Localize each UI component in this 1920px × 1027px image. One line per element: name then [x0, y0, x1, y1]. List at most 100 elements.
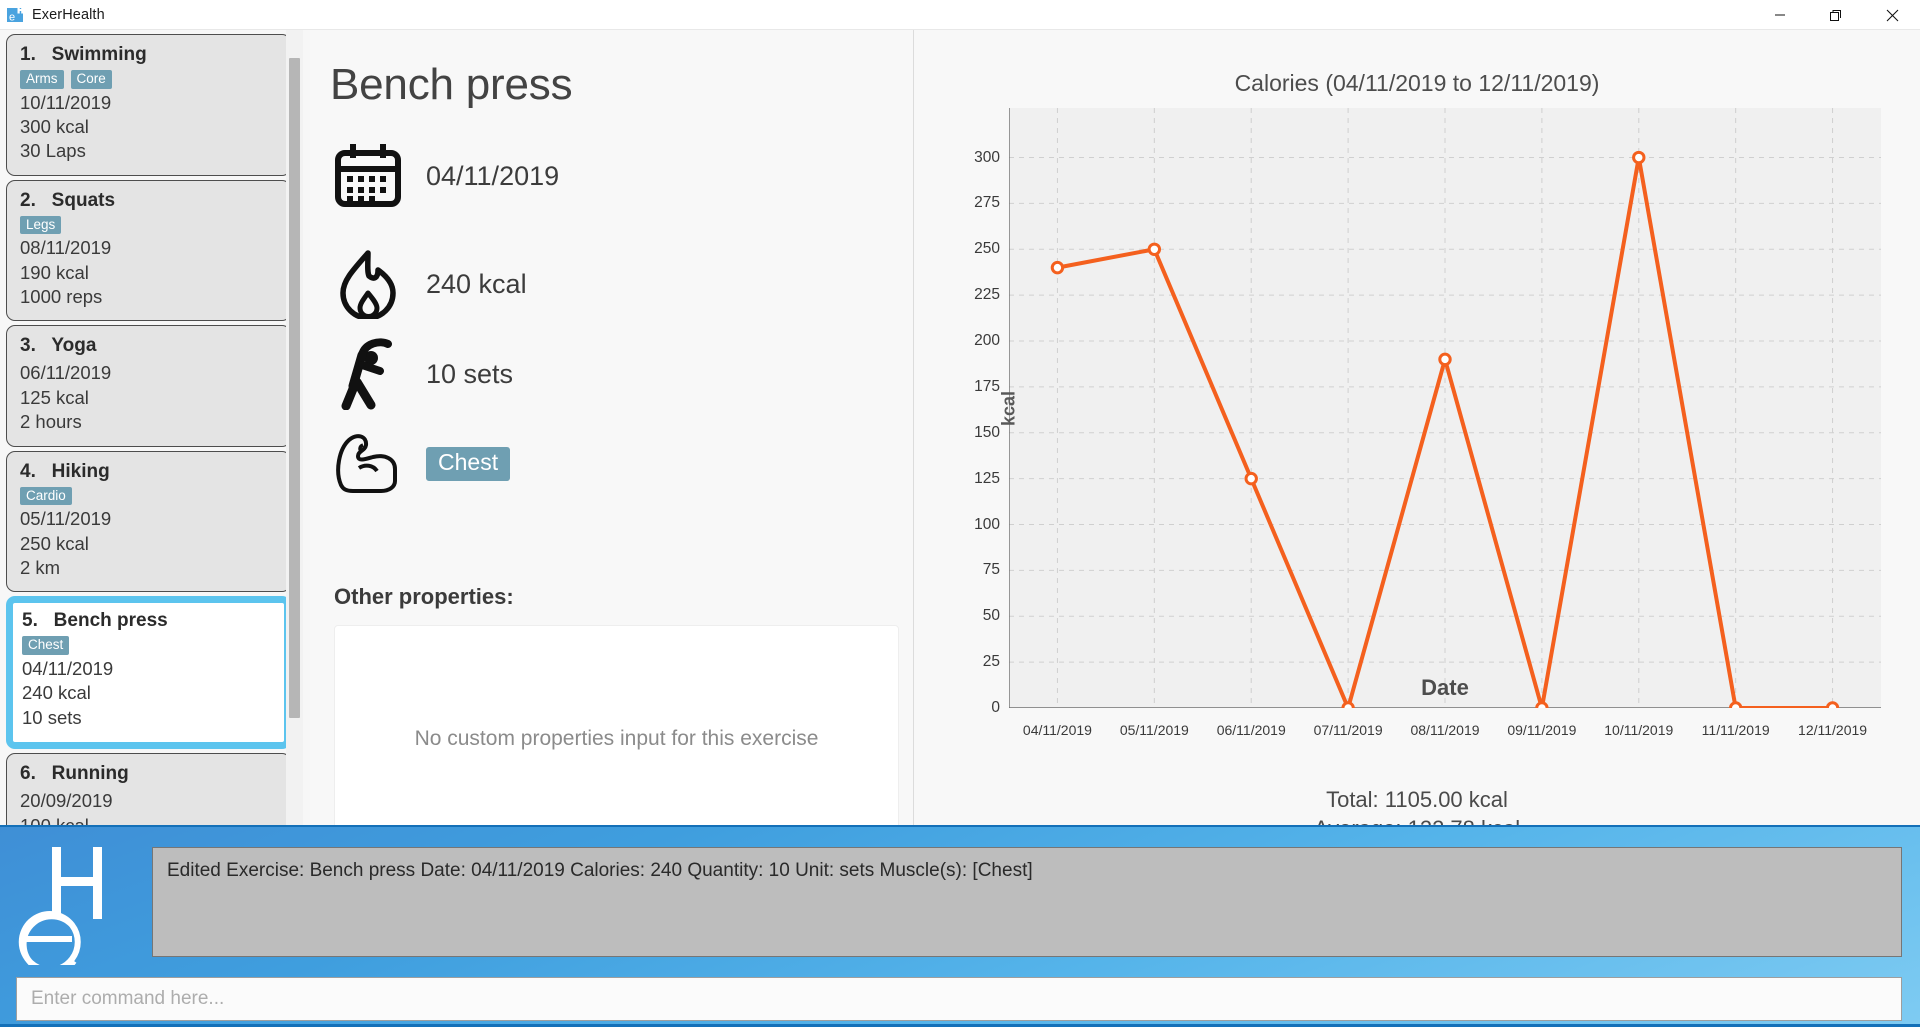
chart-y-tick-label: 225	[974, 286, 1000, 304]
detail-calories-value: 240 kcal	[426, 268, 527, 299]
exercise-card-calories: 190 kcal	[20, 261, 89, 283]
chart-y-tick-label: 75	[982, 561, 1000, 579]
exercise-card-quantity: 1000 reps	[20, 286, 103, 308]
detail-row-date: 04/11/2019	[332, 140, 559, 212]
exercise-card-calories: 100 kcal	[20, 814, 277, 825]
chart-plot-area: kcal 0 25 50 75 100 125 150 175 200 225 250 275 300 0…	[974, 108, 1881, 738]
chart-svg	[1009, 108, 1881, 708]
exerhealth-logo-icon	[14, 845, 144, 976]
svg-text:e: e	[9, 11, 15, 23]
main-body: 1. Swimming Arms Core 10/11/2019 300 kcal 30 …	[0, 30, 1920, 853]
exercise-card-date: 10/11/2019	[20, 91, 112, 113]
chart-x-tick-label: 12/11/2019	[1798, 722, 1868, 738]
scrollbar-thumb[interactable]	[289, 58, 300, 718]
detail-row-calories: 240 kcal	[332, 248, 527, 320]
console-panel: Edited Exercise: Bench press Date: 04/11…	[0, 825, 1920, 1027]
muscle-tag: Legs	[20, 215, 62, 235]
exercise-card[interactable]: 1. Swimming Arms Core 10/11/2019 300 kcal 30 …	[6, 34, 291, 176]
exercise-list-scrollbar[interactable]	[286, 30, 303, 825]
muscle-tag: Chest	[22, 636, 70, 655]
chart-x-tick-label: 04/11/2019	[1022, 722, 1092, 738]
exercise-card-title: 4. Hiking	[20, 460, 110, 482]
console-log: Edited Exercise: Bench press Date: 04/11…	[152, 847, 1902, 957]
exercise-card-tags: Arms Core	[20, 70, 277, 89]
total-calories: Total: 1105.00 kcal	[1326, 787, 1508, 812]
exercise-card-date: 05/11/2019	[20, 508, 112, 530]
exercise-card-date: 06/11/2019	[20, 362, 112, 384]
exercise-card-title: 1. Swimming	[20, 44, 147, 65]
calendar-icon	[332, 140, 404, 212]
exercise-card[interactable]: 6. Running 20/09/2019 100 kcal	[6, 753, 291, 825]
exercise-card-title: 5. Bench press	[22, 610, 168, 632]
chart-x-tick-label: 09/11/2019	[1507, 722, 1577, 738]
other-properties-empty-message: No custom properties input for this exer…	[414, 727, 819, 750]
exercise-card-calories: 240 kcal	[22, 682, 91, 704]
chart-y-tick-label: 250	[974, 240, 1000, 258]
chart-y-tick-label: 100	[974, 515, 1000, 533]
title-bar: e ExerHealth	[0, 0, 1920, 30]
detail-row-quantity: 10 sets	[332, 338, 513, 410]
exercise-card-date: 20/09/2019	[20, 790, 113, 812]
exercise-card-date: 04/11/2019	[22, 657, 114, 679]
chart-x-tick-label: 06/11/2019	[1216, 722, 1286, 738]
chart-x-tick-label: 08/11/2019	[1410, 722, 1480, 738]
exercise-card-calories: 300 kcal	[20, 115, 89, 137]
window-title: ExerHealth	[32, 6, 105, 23]
chart-y-tick-label: 25	[982, 653, 1000, 671]
muscle-tag: Core	[70, 70, 112, 89]
chart-y-tick-label: 0	[991, 699, 1000, 716]
exercise-card-title: 2. Squats	[20, 189, 116, 211]
exercise-card[interactable]: 2. Squats Legs 08/11/2019 190 kcal 1000 reps	[6, 179, 291, 322]
detail-date-value: 04/11/2019	[426, 160, 560, 191]
chart-y-tick-label: 200	[974, 332, 1000, 350]
exercise-card-tags: Cardio	[20, 486, 277, 506]
muscle-tag: Arms	[20, 70, 64, 89]
exercise-card-calories: 125 kcal	[20, 386, 89, 408]
chart-y-tick-label: 275	[974, 194, 1000, 212]
app-window: e ExerHealth 1. Swimming Arms Core 10/11…	[0, 0, 1920, 1027]
chart-panel: Calories (04/11/2019 to 12/11/2019) kcal…	[914, 30, 1920, 841]
window-controls	[1752, 0, 1920, 30]
chart-x-axis-label: Date	[1421, 675, 1469, 700]
exercise-card-quantity: 2 km	[20, 557, 61, 579]
close-button[interactable]	[1864, 0, 1920, 30]
chart-y-tick-label: 175	[974, 377, 1000, 395]
chart-x-tick-label: 11/11/2019	[1701, 722, 1770, 738]
exercise-card-quantity: 2 hours	[20, 411, 82, 433]
maximize-restore-button[interactable]	[1808, 0, 1864, 30]
muscle-tag: Cardio	[20, 486, 72, 506]
exercise-card-tags: Chest	[22, 636, 275, 655]
other-properties-label: Other properties:	[334, 584, 514, 609]
exercise-list[interactable]: 1. Swimming Arms Core 10/11/2019 300 kcal 30 …	[0, 30, 297, 825]
chart-y-tick-label: 150	[974, 423, 1000, 441]
other-properties-box: No custom properties input for this exer…	[334, 625, 899, 853]
exercise-card-quantity: 10 sets	[22, 706, 82, 728]
command-input[interactable]	[16, 977, 1902, 1021]
exercise-card-calories: 250 kcal	[20, 532, 89, 554]
exercise-card[interactable]: 4. Hiking Cardio 05/11/2019 250 kcal 2 km	[6, 450, 291, 593]
chart-x-tick-label: 05/11/2019	[1119, 722, 1189, 738]
chart-y-tick-label: 300	[974, 148, 1000, 166]
exercise-detail-panel: Bench press 04/11/2019 240 kcal 10 sets …	[310, 30, 914, 853]
chart-y-tick-label: 125	[974, 469, 1000, 487]
exercise-card-date: 08/11/2019	[20, 237, 112, 259]
exercise-list-panel: 1. Swimming Arms Core 10/11/2019 300 kcal 30 …	[0, 30, 303, 825]
exercise-card[interactable]: 5. Bench press Chest 04/11/2019 240 kcal 10 …	[6, 596, 291, 750]
muscle-bicep-icon	[332, 428, 404, 500]
chart-y-axis-label: kcal	[998, 390, 1019, 427]
exerhealth-logo-icon: e	[7, 6, 25, 24]
exercise-card-tags: Legs	[20, 215, 277, 235]
exercise-card-title: 6. Running	[20, 763, 129, 785]
exercise-card[interactable]: 3. Yoga 06/11/2019 125 kcal 2 hours	[6, 325, 291, 447]
exercise-card-title: 3. Yoga	[20, 335, 97, 357]
exercise-person-icon	[332, 338, 404, 410]
flame-icon	[332, 248, 404, 320]
chart-y-tick-label: 50	[982, 607, 1000, 625]
minimize-button[interactable]	[1752, 0, 1808, 30]
detail-row-muscles: Chest	[332, 428, 511, 500]
detail-quantity-value: 10 sets	[426, 358, 514, 389]
detail-muscle-tag: Chest	[426, 446, 511, 482]
chart-x-tick-label: 10/11/2019	[1604, 722, 1674, 738]
exercise-card-quantity: 30 Laps	[20, 140, 86, 162]
chart-x-tick-label: 07/11/2019	[1313, 722, 1383, 738]
